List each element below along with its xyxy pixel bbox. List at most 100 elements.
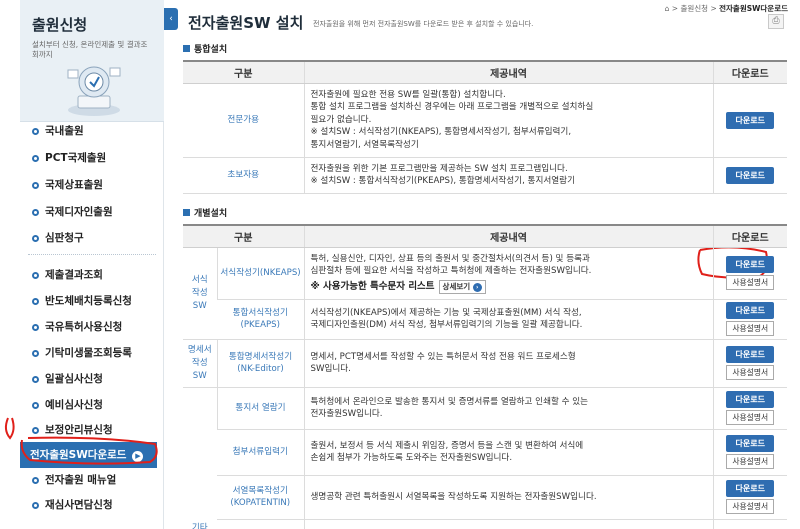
table-row: 통합서식작성기 (PKEAPS) 서식작성기(NKEAPS)에서 제공하는 기능… <box>183 299 787 340</box>
download-cell: 다운로드 <box>712 83 787 158</box>
description-line: 특허, 실용신안, 디자인, 상표 등의 출원서 및 중간절차서(의견서 등) … <box>310 253 590 264</box>
square-bullet-icon <box>183 209 190 216</box>
download-button[interactable]: 다운로드 <box>726 111 775 129</box>
sw-name-cell[interactable]: 통지서 열람기 <box>216 387 304 430</box>
sidebar-item-microorganism[interactable]: 기탁미생물조회등록 <box>20 340 164 366</box>
description-line: 전자출원에 필요한 전용 SW를 일괄(통합) 설치합니다. <box>310 89 506 100</box>
table-row <box>183 519 787 529</box>
sidebar-item-manual[interactable]: 전자출원 매뉴얼 <box>20 467 164 493</box>
sidebar-title: 출원신청 <box>32 16 88 34</box>
description-line: 출원서, 보정서 등 서식 제출시 위임장, 증명서 등을 스캔 및 변환하여 … <box>310 440 584 451</box>
download-button[interactable]: 다운로드 <box>726 391 775 408</box>
bullet-icon <box>32 427 39 434</box>
column-header: 제공내역 <box>303 224 713 248</box>
category-cell[interactable]: 전문가용 <box>183 83 304 158</box>
sw-name-cell[interactable]: 첨부서류입력기 <box>217 429 304 476</box>
column-header: 제공내역 <box>303 60 713 84</box>
sidebar-item-preliminary-exam[interactable]: 예비심사신청 <box>20 392 164 418</box>
sidebar-item-label: 예비심사신청 <box>45 399 103 411</box>
sidebar-item-intl-design[interactable]: 국제디자인출원 <box>20 199 164 225</box>
sidebar-item-sw-download[interactable]: 전자출원SW다운로드 ▶ <box>20 442 157 468</box>
description-line: 서식작성기(NKEAPS)에서 제공하는 기능 및 국제상표출원(MM) 서식 … <box>310 307 582 318</box>
bullet-icon <box>32 182 39 189</box>
manual-button[interactable]: 사용설명서 <box>726 365 775 380</box>
sw-name-cell[interactable] <box>217 519 304 529</box>
download-button[interactable]: 다운로드 <box>726 256 775 273</box>
description-cell: 생명공학 관련 특허출원시 서열목록을 작성하도록 지원하는 전자출원SW입니다… <box>303 475 713 520</box>
page-subtitle: 전자출원을 위해 먼저 전자출원SW를 다운로드 받은 후 설치할 수 있습니다… <box>313 20 534 28</box>
download-button[interactable]: 다운로드 <box>726 346 775 363</box>
sidebar-item-trial[interactable]: 심판청구 <box>20 225 164 251</box>
sidebar-item-reexam-interview[interactable]: 재심사면담신청 <box>20 492 164 518</box>
column-header: 구분 <box>183 224 304 248</box>
sidebar-item-label: 국내출원 <box>45 125 84 137</box>
description-line: 전자출원을 위한 기본 프로그램만을 제공하는 SW 설치 프로그램입니다. <box>310 163 568 174</box>
bullet-icon <box>32 477 39 484</box>
bullet-icon <box>32 350 39 357</box>
description-line: SW입니다. <box>310 364 351 374</box>
breadcrumb: ⌂ > 출원신청 > 전자출원SW다운로드 <box>665 3 788 14</box>
download-button[interactable]: 다운로드 <box>726 166 775 184</box>
sidebar-item-results[interactable]: 제출결과조회 <box>20 262 164 288</box>
breadcrumb-current: 전자출원SW다운로드 <box>719 4 788 13</box>
section-heading-individual: 개별설치 <box>183 206 227 219</box>
table-row: 기타 통지서 열람기 특허청에서 온라인으로 발송한 통지서 및 증명서류를 열… <box>183 387 787 529</box>
sidebar-item-semiconductor[interactable]: 반도체배치등록신청 <box>20 288 164 314</box>
manual-button[interactable]: 사용설명서 <box>726 454 775 469</box>
description-cell <box>303 519 713 529</box>
sidebar-item-bulk-exam[interactable]: 일괄심사신청 <box>20 366 164 392</box>
sidebar-divider <box>28 254 156 255</box>
bullet-icon <box>32 502 39 509</box>
description-line: 통합 설치 프로그램을 설치하신 경우에는 아래 프로그램을 개별적으로 설치하… <box>310 102 594 113</box>
description-line: ※ 설치SW : 통합서식작성기(PKEAPS), 통합명세서작성기, 통지서열… <box>310 176 575 186</box>
group-cell: 서식 작성 SW <box>183 247 217 340</box>
sidebar-item-pct[interactable]: PCT국제출원 <box>20 145 164 171</box>
manual-button[interactable]: 사용설명서 <box>726 499 775 514</box>
manual-button[interactable]: 사용설명서 <box>726 410 775 425</box>
sidebar-item-amendment-review[interactable]: 보정안리뷰신청 <box>20 417 164 443</box>
sidebar-item-label: 국제상표출원 <box>45 179 103 191</box>
square-bullet-icon <box>183 45 190 52</box>
detail-view-button[interactable]: 상세보기 › <box>438 279 486 294</box>
sidebar-item-national-patent[interactable]: 국유특허사용신청 <box>20 314 164 340</box>
description-line: 심판절차 등에 필요한 서식을 작성하고 특허청에 제출하는 전자출원SW입니다… <box>310 266 592 276</box>
special-char-notice: ※ 사용가능한 특수문자 리스트 <box>310 280 435 292</box>
sidebar-item-label: 전자출원 매뉴얼 <box>45 474 117 486</box>
description-line: 손쉽게 첨부가 가능하도록 도와주는 전자출원SW입니다. <box>310 453 513 463</box>
download-button[interactable]: 다운로드 <box>726 480 775 497</box>
sw-name-cell[interactable]: 서식작성기(NKEAPS) <box>216 247 304 300</box>
manual-button[interactable]: 사용설명서 <box>726 321 775 336</box>
manual-button[interactable]: 사용설명서 <box>726 275 775 290</box>
download-button[interactable]: 다운로드 <box>726 435 775 452</box>
breadcrumb-separator: > <box>671 4 679 13</box>
sidebar-item-label: 제출결과조회 <box>45 269 103 281</box>
sw-name-cell[interactable]: 서열목록작성기 (KOPATENTIN) <box>217 475 304 520</box>
breadcrumb-level1[interactable]: 출원신청 <box>680 4 708 13</box>
description-cell: 전자출원을 위한 기본 프로그램만을 제공하는 SW 설치 프로그램입니다. ※… <box>303 157 713 194</box>
table-row: 전문가용 전자출원에 필요한 전용 SW를 일괄(통합) 설치합니다. 통합 설… <box>183 83 787 158</box>
sidebar-item-intl-trademark[interactable]: 국제상표출원 <box>20 172 164 198</box>
go-arrow-icon: ▶ <box>132 451 144 462</box>
print-icon[interactable]: ⎙ <box>768 14 784 29</box>
table-row: 서식 작성 SW 서식작성기(NKEAPS) 특허, 실용신안, 디자인, 상표… <box>183 247 787 340</box>
table-row: 초보자용 전자출원을 위한 기본 프로그램만을 제공하는 SW 설치 프로그램입… <box>183 157 787 194</box>
download-cell: 다운로드 사용설명서 <box>712 387 787 430</box>
download-cell: 다운로드 사용설명서 <box>712 247 787 300</box>
home-icon[interactable]: ⌂ <box>665 4 670 13</box>
detail-view-label: 상세보기 <box>442 281 471 291</box>
description-line: 필요가 없습니다. <box>310 114 372 125</box>
bullet-icon <box>32 272 39 279</box>
section-heading-label: 통합설치 <box>194 45 228 55</box>
category-cell[interactable]: 초보자용 <box>183 157 304 194</box>
description-line: ※ 설치SW : 서식작성기(NKEAPS), 통합명세서작성기, 첨부서류입력… <box>310 127 572 138</box>
column-header: 다운로드 <box>712 224 787 248</box>
download-button[interactable]: 다운로드 <box>726 302 775 319</box>
description-line: 통지서열람기, 서열목록작성기 <box>310 139 419 150</box>
sw-name-cell[interactable]: 통합서식작성기 (PKEAPS) <box>217 299 304 340</box>
sidebar-collapse-button[interactable]: ‹ <box>164 8 178 30</box>
bullet-icon <box>32 376 39 383</box>
install-illustration-icon <box>67 66 121 116</box>
sidebar-item-domestic[interactable]: 국내출원 <box>20 118 164 144</box>
bullet-icon <box>32 155 39 162</box>
sw-name-cell[interactable]: 통합명세서작성기 (NK-Editor) <box>216 339 304 388</box>
